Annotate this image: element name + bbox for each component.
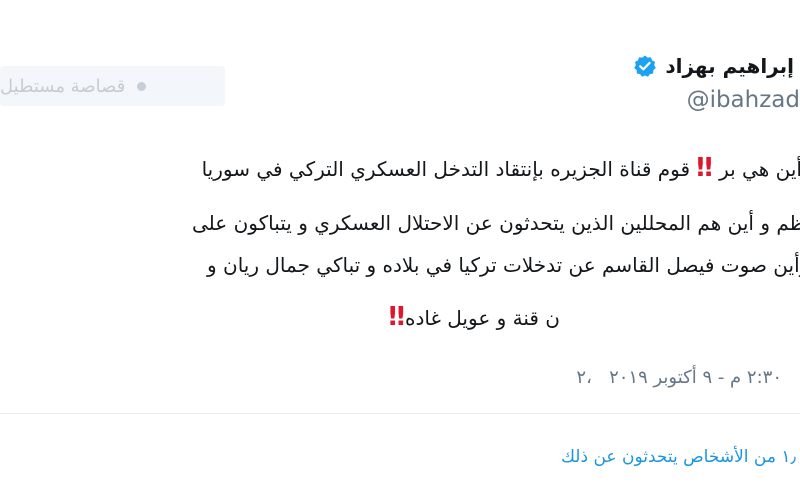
tweet-timestamp[interactable]: ٢:٣٠ م - ٩ أكتوبر ٢٠١٩ ،٢ [576, 367, 782, 388]
tweet-text-line-1-main: قوم قناة الجزيره بإنتقاد التدخل العسكري … [201, 157, 691, 181]
people-talking-link[interactable]: ١٫ من الأشخاص يتحدثون عن ذلك [561, 447, 796, 467]
double-exclamation-icon: ‼ [696, 153, 714, 183]
tweet-text-line-4: ن قنة و عويل غاده‼ [389, 302, 560, 332]
author-name-row[interactable]: إبراهيم بهزاد [633, 54, 794, 78]
timestamp-text[interactable]: ٢:٣٠ م - ٩ أكتوبر ٢٠١٩ [609, 367, 782, 388]
tweet-card: قصاصة مستطيل إبراهيم بهزاد @ibahzad و أي… [0, 0, 800, 500]
author-handle[interactable]: @ibahzad [687, 87, 800, 113]
divider [0, 413, 800, 414]
double-exclamation-icon: ‼ [388, 302, 407, 332]
tweet-text-line-3: . وأين صوت فيصل القاسم عن تدخلات تركيا ف… [207, 253, 800, 277]
snip-watermark: قصاصة مستطيل [0, 66, 225, 106]
verified-badge-icon [633, 54, 657, 78]
tweet-text-line-1: و أين هي بر ‼ قوم قناة الجزيره بإنتقاد ا… [202, 153, 800, 183]
author-name[interactable]: إبراهيم بهزاد [665, 54, 794, 78]
watermark-text: قصاصة مستطيل [0, 75, 126, 97]
timestamp-prefix: ،٢ [576, 367, 592, 388]
watermark-dot-icon [137, 81, 147, 91]
tweet-text-line-2: عظم و أين هم المحللين الذين يتحدثون عن ا… [192, 211, 800, 235]
tweet-text-line-4-main: ن قنة و عويل غاده [404, 306, 560, 330]
tweet-text-line-1-tail: و أين هي بر [719, 157, 800, 181]
